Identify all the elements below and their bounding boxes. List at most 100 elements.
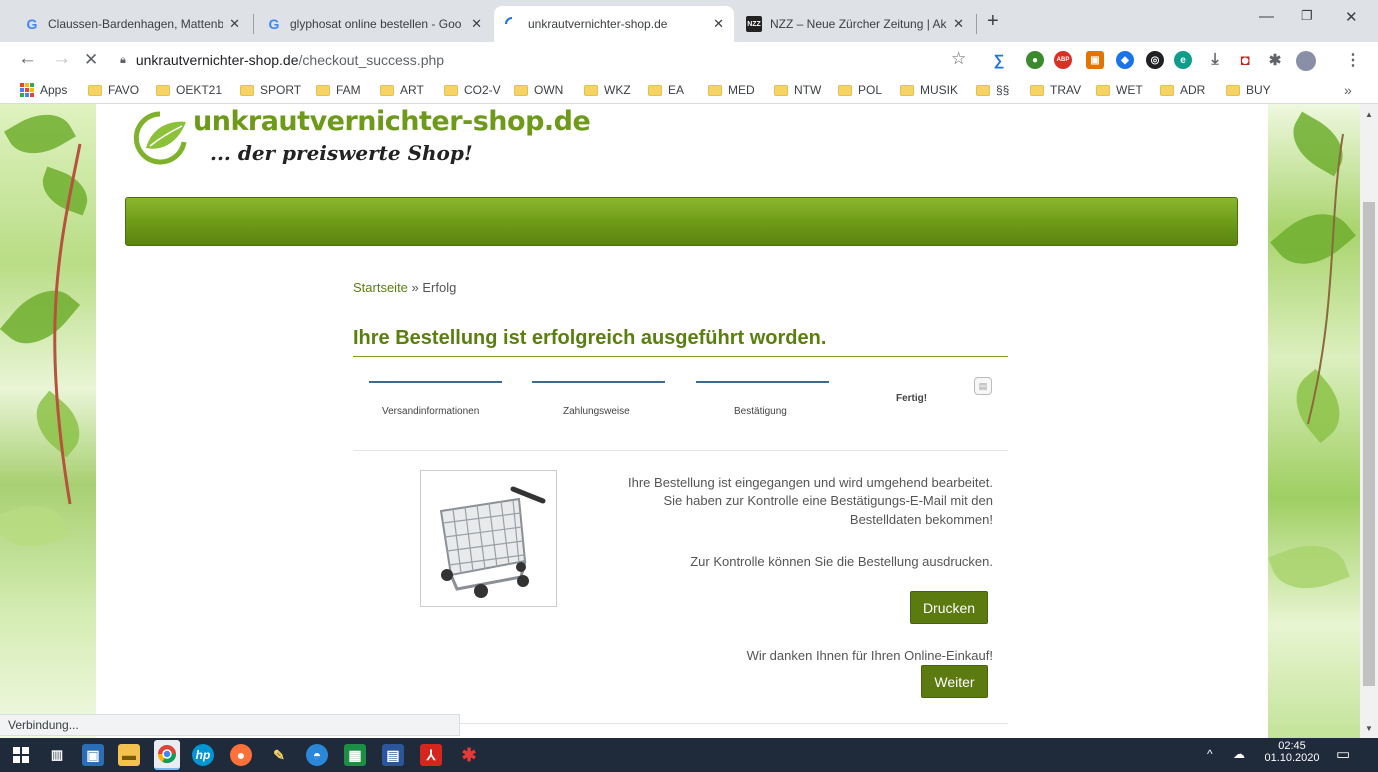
scroll-down-icon[interactable]: ▼ <box>1365 724 1373 733</box>
bookmark-folder[interactable]: EA <box>648 83 684 97</box>
bookmarks-overflow-button[interactable]: » <box>1344 82 1352 98</box>
message-line-1: Ihre Bestellung ist eingegangen und wird… <box>628 475 993 490</box>
new-tab-button[interactable]: + <box>987 10 999 33</box>
bookmark-label: FAVO <box>108 83 140 97</box>
spreadsheet-icon[interactable]: ▦ <box>344 744 366 766</box>
bookmark-label: OWN <box>534 83 564 97</box>
adblock-icon[interactable]: ABP <box>1054 51 1072 69</box>
tab-4[interactable]: NZZ NZZ – Neue Zürcher Zeitung | Ak ✕ <box>736 6 974 42</box>
print-button[interactable]: Drucken <box>910 591 988 624</box>
minimize-icon[interactable]: — <box>1259 8 1274 25</box>
bookmark-folder[interactable]: WET <box>1096 83 1143 97</box>
avatar[interactable] <box>1296 51 1316 71</box>
bookmark-label: POL <box>858 83 883 97</box>
close-icon[interactable]: ✕ <box>713 16 724 32</box>
page-scrollbar[interactable]: ▲ ▼ <box>1360 104 1378 738</box>
breadcrumb-separator: » <box>407 280 423 295</box>
bookmark-folder[interactable]: SPORT <box>240 83 301 97</box>
chevron-up-icon[interactable]: ^ <box>1207 747 1213 761</box>
folder-icon <box>1226 84 1240 96</box>
extension-icon[interactable]: ● <box>1026 51 1044 69</box>
shop-logo-name[interactable]: unkrautvernichter-shop.de <box>193 106 591 137</box>
bookmark-folder[interactable]: WKZ <box>584 83 631 97</box>
forward-icon[interactable]: → <box>52 48 71 70</box>
close-icon[interactable]: ✕ <box>953 16 964 32</box>
nzz-icon: NZZ <box>746 16 762 32</box>
menu-icon[interactable]: ⋮ <box>1344 51 1362 69</box>
puzzle-icon[interactable]: ✱ <box>1266 51 1284 69</box>
scroll-up-icon[interactable]: ▲ <box>1365 110 1373 119</box>
bookmark-folder[interactable]: MED <box>708 83 755 97</box>
store-icon[interactable]: ▣ <box>82 744 104 766</box>
main-navigation-bar <box>125 197 1238 246</box>
bookmark-folder[interactable]: ADR <box>1160 83 1205 97</box>
bookmark-folder[interactable]: CO2-V <box>444 83 501 97</box>
extension-icon[interactable]: ▣ <box>1086 51 1104 69</box>
address-bar[interactable]: 🔒︎ unkrautvernichter-shop.de/checkout_su… <box>114 45 974 75</box>
window-close-icon[interactable]: ✕ <box>1345 8 1358 26</box>
windows-start-icon[interactable] <box>10 744 32 766</box>
pocket-icon[interactable]: ◘ <box>1236 51 1254 69</box>
title-divider <box>353 356 1008 357</box>
notification-icon[interactable]: ▭ <box>1336 745 1350 763</box>
folder-icon <box>240 84 254 96</box>
close-icon[interactable]: ✕ <box>229 16 240 32</box>
scrollbar-thumb[interactable] <box>1363 202 1375 686</box>
bookmark-folder[interactable]: BUY <box>1226 83 1271 97</box>
message-line-3: Bestelldaten bekommen! <box>849 512 993 527</box>
task-view-icon[interactable]: ▥ <box>46 744 68 766</box>
bookmark-folder[interactable]: OWN <box>514 83 563 97</box>
bookmark-label: ART <box>400 83 424 97</box>
extension-icon[interactable]: e <box>1174 51 1192 69</box>
bookmark-label: WKZ <box>604 83 631 97</box>
app-icon[interactable]: ✱ <box>458 744 480 766</box>
tab-2[interactable]: G glyphosat online bestellen - Goo ✕ <box>256 6 492 42</box>
bookmark-folder[interactable]: §§ <box>976 83 1009 97</box>
bookmark-folder[interactable]: NTW <box>774 83 821 97</box>
bookmark-folder[interactable]: FAM <box>316 83 361 97</box>
print-hint: Zur Kontrolle können Sie die Bestellung … <box>690 554 993 569</box>
folder-icon <box>316 84 330 96</box>
hp-icon[interactable]: hp <box>192 744 214 766</box>
bookmark-folder[interactable]: MUSIK <box>900 83 958 97</box>
shop-logo-icon <box>133 111 187 165</box>
sigma-extension-icon[interactable]: ∑ <box>990 51 1008 69</box>
back-icon[interactable]: ← <box>18 48 37 70</box>
apps-button[interactable]: Apps <box>20 83 67 97</box>
restore-icon[interactable]: ❐ <box>1301 8 1313 24</box>
paint-icon[interactable]: ✎ <box>268 744 290 766</box>
download-icon[interactable]: ⤓ <box>1206 51 1224 69</box>
bookmark-folder[interactable]: ART <box>380 83 424 97</box>
bookmark-star-icon[interactable]: ☆ <box>951 49 966 69</box>
extension-icon[interactable]: ◎ <box>1146 51 1164 69</box>
folder-icon <box>584 84 598 96</box>
shield-icon[interactable]: ◆ <box>1116 51 1134 69</box>
bookmark-label: FAM <box>336 83 361 97</box>
messenger-icon[interactable]: ◓ <box>306 744 328 766</box>
breadcrumb-home-link[interactable]: Startseite <box>353 280 408 295</box>
continue-button[interactable]: Weiter <box>921 665 988 698</box>
bookmark-folder[interactable]: POL <box>838 83 882 97</box>
bookmark-folder[interactable]: TRAV <box>1030 83 1081 97</box>
browser-toolbar: ← → ✕ 🔒︎ unkrautvernichter-shop.de/check… <box>0 42 1378 78</box>
apps-grid-icon <box>20 83 34 97</box>
bookmark-folder[interactable]: OEKT21 <box>156 83 222 97</box>
shopping-cart-image <box>420 470 557 607</box>
clock[interactable]: 02:45 01.10.2020 <box>1262 740 1322 764</box>
tab-1[interactable]: G Claussen-Bardenhagen, Mattenb ✕ <box>14 6 250 42</box>
chrome-icon[interactable] <box>154 740 180 770</box>
message-line-2: Sie haben zur Kontrolle eine Bestätigung… <box>663 493 993 508</box>
breadcrumb: Startseite » Erfolg <box>353 280 456 295</box>
bookmark-folder[interactable]: FAVO <box>88 83 139 97</box>
file-explorer-icon[interactable]: ▬ <box>118 744 140 766</box>
pdf-icon[interactable]: ⅄ <box>420 744 442 766</box>
tab-active[interactable]: unkrautvernichter-shop.de ✕ <box>494 6 734 42</box>
firefox-icon[interactable]: ● <box>230 744 252 766</box>
folder-icon <box>648 84 662 96</box>
close-icon[interactable]: ✕ <box>471 16 482 32</box>
stop-icon[interactable]: ✕ <box>84 50 98 70</box>
document-icon[interactable]: ▤ <box>382 744 404 766</box>
folder-icon <box>514 84 528 96</box>
network-icon[interactable]: ☁ <box>1233 747 1245 761</box>
folder-icon <box>774 84 788 96</box>
